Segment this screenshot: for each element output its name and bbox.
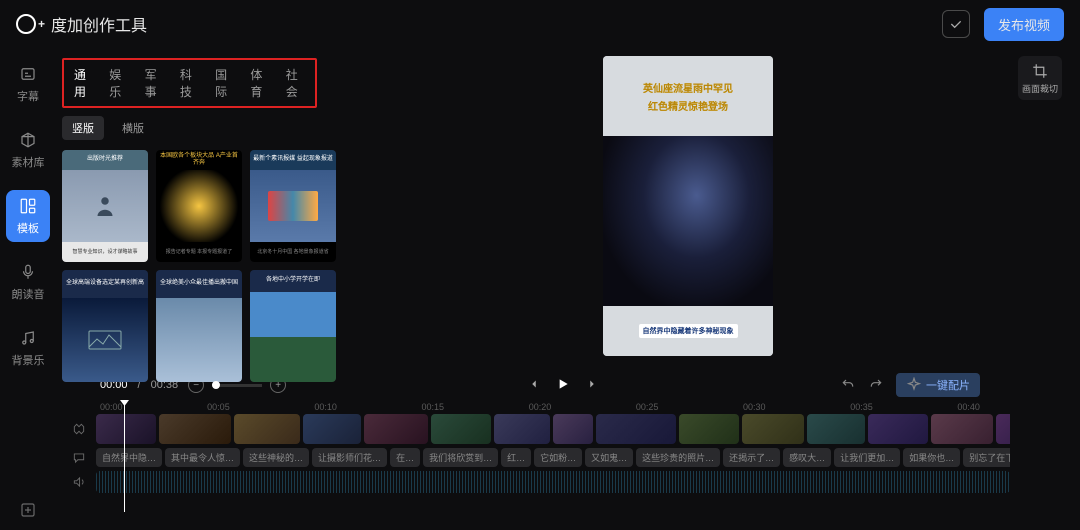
- preview-stage: 英仙座流星雨中罕见 红色精灵惊艳登场 自然界中隐藏着许多神秘现象: [366, 48, 1010, 368]
- prev-button[interactable]: [527, 377, 541, 394]
- category-sports[interactable]: 体育: [246, 64, 273, 102]
- video-clip[interactable]: [431, 414, 491, 444]
- subtitle-chip[interactable]: 其中最令人惊…: [165, 448, 240, 467]
- history-controls: 一键配片: [840, 373, 980, 397]
- video-clip[interactable]: [679, 414, 739, 444]
- logo-plus-icon: +: [38, 17, 45, 31]
- playhead[interactable]: [124, 402, 125, 512]
- subtitle-chip[interactable]: 让我们更加…: [834, 448, 900, 467]
- subtitle-chip[interactable]: 这些神秘的…: [243, 448, 309, 467]
- left-rail: 字幕 素材库 模板 朗读音 背景乐: [0, 48, 56, 368]
- app-name: 度加创作工具: [51, 12, 147, 36]
- rail-assets[interactable]: 素材库: [6, 124, 50, 176]
- preview-title-area: 英仙座流星雨中罕见 红色精灵惊艳登场: [603, 56, 773, 136]
- category-entertainment[interactable]: 娱乐: [105, 64, 132, 102]
- template-card[interactable]: 最新个素讯报媒 益起现象报道 北京冬十月中国 各地景象报道省: [250, 150, 336, 262]
- templates-icon: [18, 196, 38, 216]
- subtitle-chip[interactable]: 如果你也…: [903, 448, 960, 467]
- rail-voice[interactable]: 朗读音: [6, 256, 50, 308]
- video-clip[interactable]: [303, 414, 361, 444]
- subtitle-chip[interactable]: 让摄影师们花…: [312, 448, 387, 467]
- video-clips[interactable]: [96, 414, 1010, 444]
- subtitle-chip[interactable]: 它如粉…: [534, 448, 582, 467]
- subtitles-icon: [18, 64, 38, 84]
- topbar-right: 发布视频: [942, 8, 1064, 41]
- subtitle-chips[interactable]: 自然界中隐…其中最令人惊…这些神秘的…让摄影师们花…在…我们将欣赏到…红…它如粉…: [96, 448, 1010, 467]
- assets-icon: [18, 130, 38, 150]
- subtitle-chip[interactable]: 还揭示了…: [723, 448, 780, 467]
- topbar: + 度加创作工具 发布视频: [0, 0, 1080, 48]
- video-clip[interactable]: [96, 414, 156, 444]
- video-clip[interactable]: [553, 414, 593, 444]
- video-clip[interactable]: [494, 414, 550, 444]
- subtitle-chip[interactable]: 自然界中隐…: [96, 448, 162, 467]
- rail-templates[interactable]: 模板: [6, 190, 50, 242]
- video-clip[interactable]: [996, 414, 1010, 444]
- audio-waveform[interactable]: [96, 471, 1010, 493]
- category-row: 通用 娱乐 军事 科技 国际 体育 社会: [62, 58, 317, 108]
- video-clip[interactable]: [234, 414, 300, 444]
- video-clip[interactable]: [742, 414, 804, 444]
- video-clip[interactable]: [807, 414, 865, 444]
- subtitle-chip[interactable]: 这些珍贵的照片…: [636, 448, 720, 467]
- video-clip[interactable]: [159, 414, 231, 444]
- export-button[interactable]: [0, 490, 56, 530]
- subtitle-chip[interactable]: 感叹大…: [783, 448, 831, 467]
- subtitle-chip[interactable]: 别忘了在下方…: [963, 448, 1010, 467]
- subtitle-chip[interactable]: 又如鬼…: [585, 448, 633, 467]
- crop-button[interactable]: 画面裁切: [1018, 56, 1062, 100]
- subtitle-chip[interactable]: 在…: [390, 448, 420, 467]
- orientation-vertical[interactable]: 竖版: [62, 116, 104, 140]
- redo-button[interactable]: [868, 376, 884, 395]
- video-clip[interactable]: [868, 414, 928, 444]
- template-card[interactable]: 各地中小学开学在即: [250, 270, 336, 382]
- right-actions: 画面裁切: [1010, 48, 1070, 368]
- preview-image: [603, 136, 773, 306]
- logo-icon: [16, 14, 36, 34]
- rail-music[interactable]: 背景乐: [6, 322, 50, 374]
- ruler[interactable]: 00:00 00:05 00:10 00:15 00:20 00:25 00:3…: [70, 402, 1010, 414]
- publish-button[interactable]: 发布视频: [984, 8, 1064, 41]
- template-card[interactable]: 全球绝美小众最佳播出搬中国: [156, 270, 242, 382]
- voice-icon: [18, 262, 38, 282]
- category-international[interactable]: 国际: [211, 64, 238, 102]
- zoom-slider[interactable]: [212, 384, 262, 387]
- orientation-row: 竖版 横版: [62, 116, 352, 140]
- preview-frame[interactable]: 英仙座流星雨中罕见 红色精灵惊艳登场 自然界中隐藏着许多神秘现象: [603, 56, 773, 356]
- templates-panel: 通用 娱乐 军事 科技 国际 体育 社会 竖版 横版 出版时光推荐 智慧专业知识…: [56, 48, 366, 368]
- play-controls: [527, 376, 599, 395]
- ai-match-button[interactable]: 一键配片: [896, 373, 980, 397]
- music-icon: [18, 328, 38, 348]
- main-area: 字幕 素材库 模板 朗读音 背景乐 通用 娱乐 军事 科技 国际 体育 社会: [0, 48, 1080, 368]
- video-clip[interactable]: [364, 414, 428, 444]
- rail-subtitles[interactable]: 字幕: [6, 58, 50, 110]
- next-button[interactable]: [585, 377, 599, 394]
- template-card[interactable]: 出版时光推荐 智慧专业知识，设才谋略故事: [62, 150, 148, 262]
- subtitle-track-icon: [70, 449, 88, 467]
- confirm-button[interactable]: [942, 10, 970, 38]
- preview-caption-area: 自然界中隐藏着许多神秘现象: [603, 306, 773, 356]
- subtitle-chip[interactable]: 我们将欣赏到…: [423, 448, 498, 467]
- play-button[interactable]: [555, 376, 571, 395]
- timeline: 00:00 00:05 00:10 00:15 00:20 00:25 00:3…: [0, 398, 1080, 493]
- video-track-icon: [70, 420, 88, 438]
- orientation-horizontal[interactable]: 横版: [112, 116, 154, 140]
- app-logo: + 度加创作工具: [16, 12, 147, 36]
- audio-track-icon: [70, 473, 88, 491]
- subtitle-chip[interactable]: 红…: [501, 448, 531, 467]
- undo-button[interactable]: [840, 376, 856, 395]
- category-society[interactable]: 社会: [282, 64, 309, 102]
- category-general[interactable]: 通用: [70, 64, 97, 102]
- template-card[interactable]: 本国欧各个板块大品 A产业首齐奔 报告记者专题 本报专题报道了: [156, 150, 242, 262]
- video-clip[interactable]: [931, 414, 993, 444]
- video-clip[interactable]: [596, 414, 676, 444]
- template-card[interactable]: 全球高端设备选定某再创新高: [62, 270, 148, 382]
- category-military[interactable]: 军事: [141, 64, 168, 102]
- subtitle-track: 自然界中隐…其中最令人惊…这些神秘的…让摄影师们花…在…我们将欣赏到…红…它如粉…: [70, 448, 1010, 467]
- category-tech[interactable]: 科技: [176, 64, 203, 102]
- video-track: [70, 414, 1010, 444]
- audio-track: [70, 471, 1010, 493]
- template-grid: 出版时光推荐 智慧专业知识，设才谋略故事 本国欧各个板块大品 A产业首齐奔 报告…: [62, 150, 352, 382]
